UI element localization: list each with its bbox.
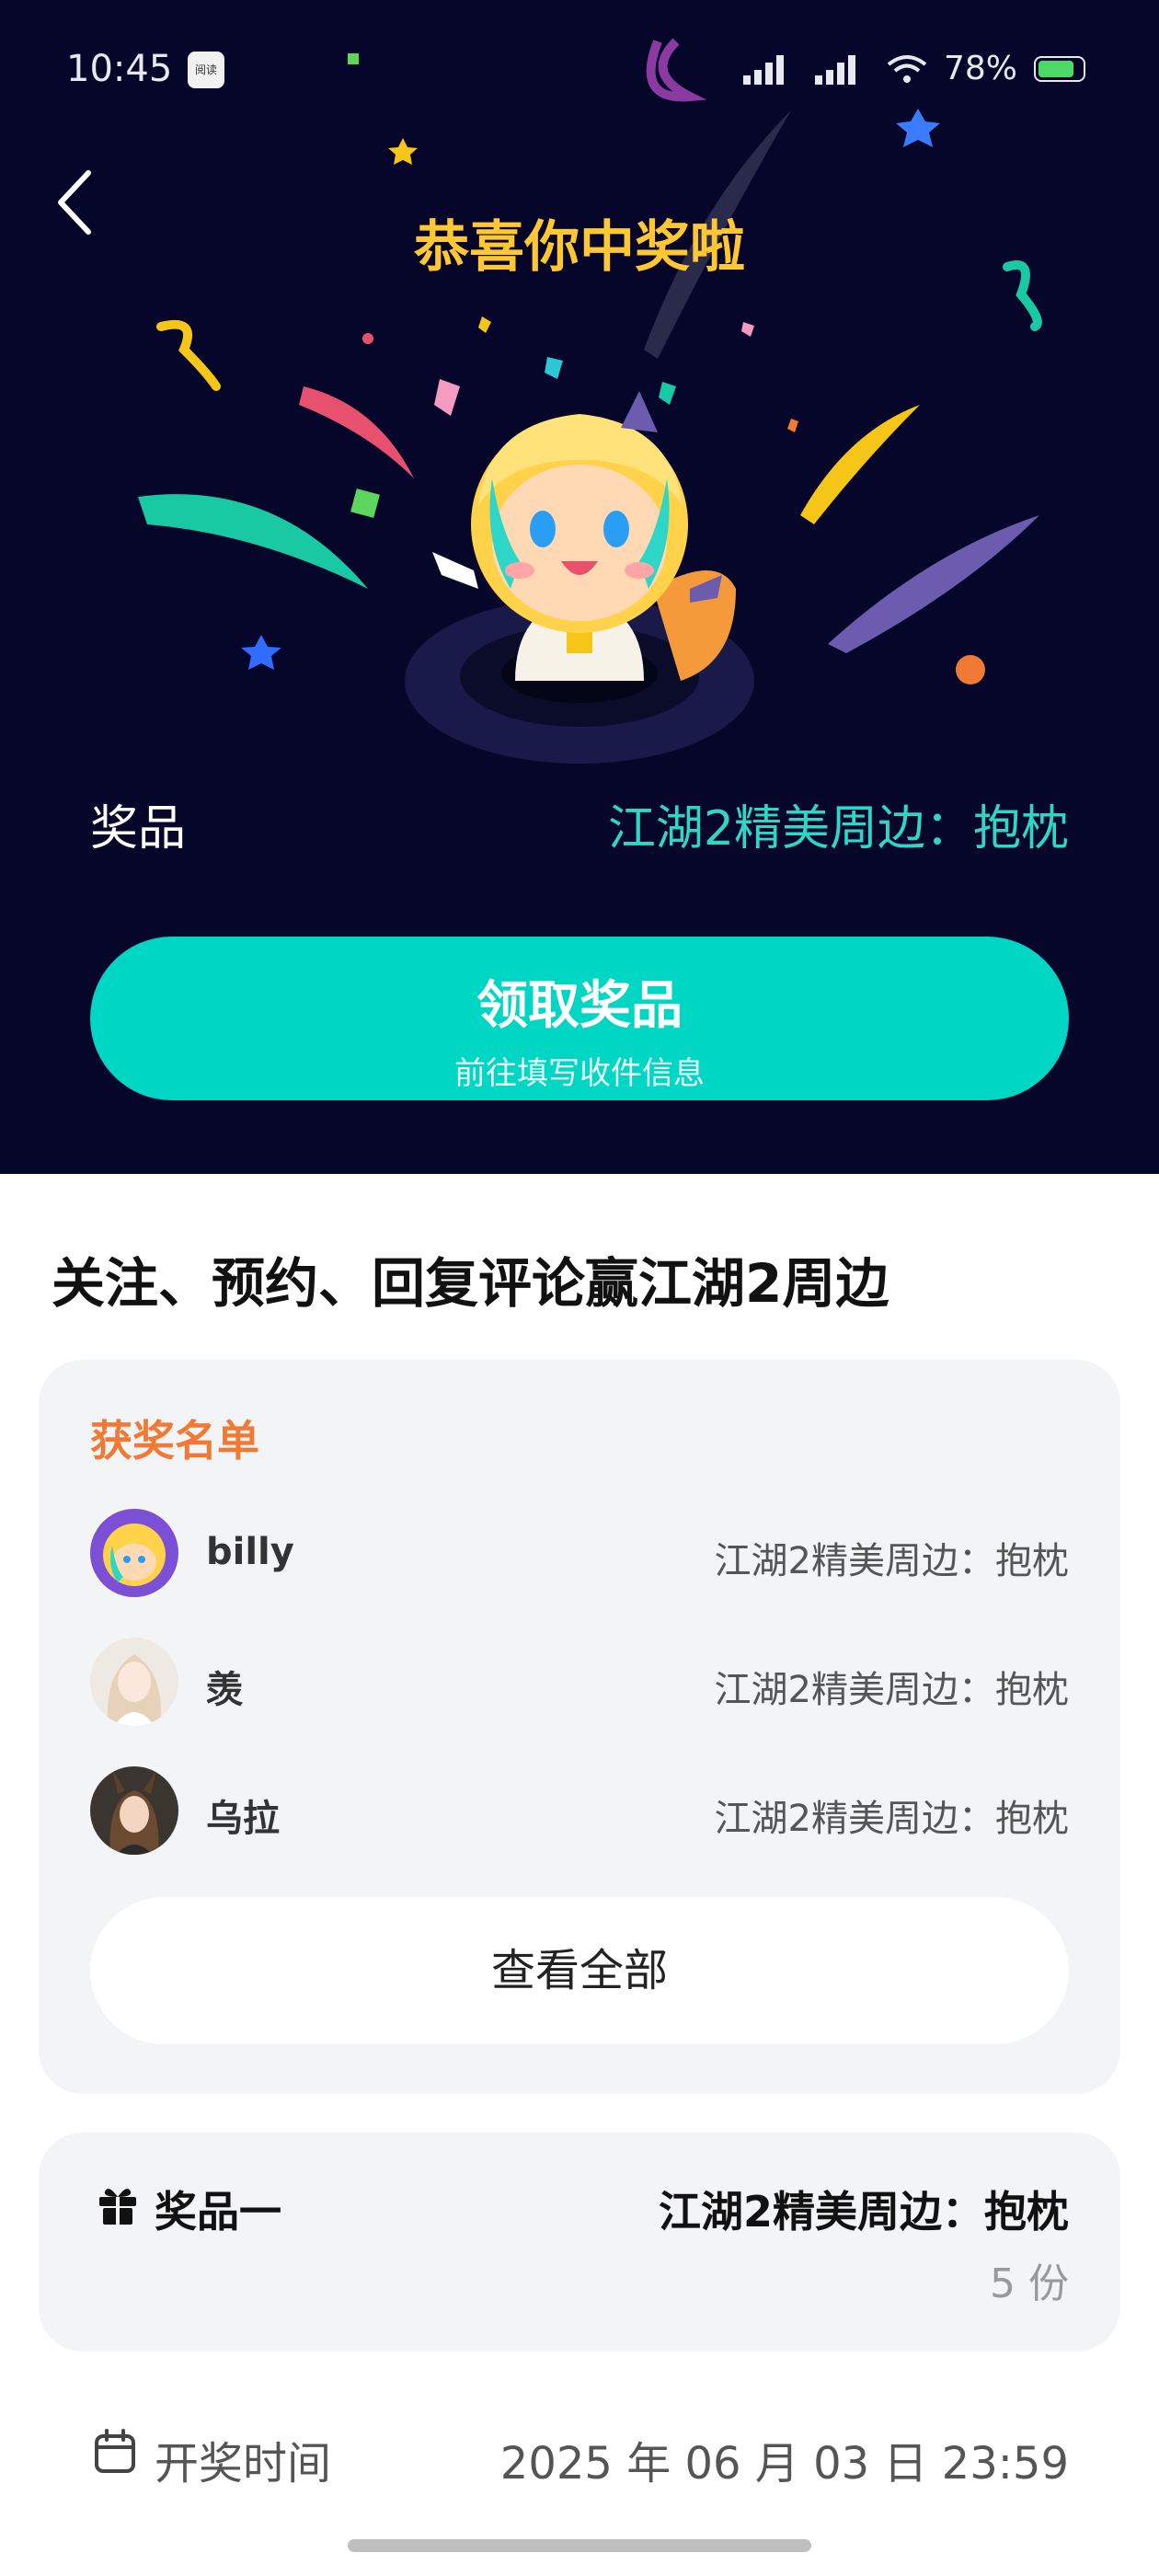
winner-row: 乌拉 江湖2精美周边：抱枕	[90, 1766, 1069, 1855]
congrats-title: 恭喜你中奖啦	[414, 215, 745, 280]
event-title: 关注、预约、回复评论赢江湖2周边	[52, 1252, 889, 1315]
battery-icon	[1034, 55, 1085, 82]
signal-icon	[742, 54, 784, 85]
draw-time-row: 开奖时间 2025 年 06 月 03 日 23:59	[90, 2416, 1069, 2490]
prize-tier: 奖品一	[155, 2187, 281, 2237]
status-right: 78%	[742, 50, 1085, 87]
winner-row: 羡 江湖2精美周边：抱枕	[90, 1638, 1069, 1726]
prize-quantity: 5 份	[990, 2260, 1069, 2307]
mascot-illustration	[405, 391, 754, 764]
gift-icon	[99, 2189, 136, 2225]
hero-banner: 10:45 阅读 78% 恭喜你中奖啦 奖品 江湖2精美周边：抱枕 领取奖品 前…	[0, 0, 1159, 1174]
winner-name: 羡	[206, 1669, 243, 1711]
claim-button-label: 领取奖品	[476, 976, 683, 1036]
winner-row: billy 江湖2精美周边：抱枕	[90, 1509, 1069, 1597]
winner-prize: 江湖2精美周边：抱枕	[714, 1798, 1069, 1840]
signal-2-icon	[814, 54, 855, 85]
view-all-button[interactable]: 查看全部	[90, 1897, 1069, 2044]
home-indicator[interactable]	[348, 2539, 811, 2552]
draw-time-label: 开奖时间	[155, 2438, 332, 2490]
claim-button-sublabel: 前往填写收件信息	[454, 1055, 705, 1092]
wifi-icon	[887, 54, 927, 83]
calendar-icon	[95, 2429, 135, 2473]
status-bar: 10:45 阅读 78%	[0, 0, 1159, 138]
avatar	[90, 1766, 178, 1855]
avatar	[90, 1638, 178, 1726]
avatar	[90, 1509, 178, 1597]
app-notification-icon: 阅读	[188, 52, 224, 88]
winner-name: 乌拉	[206, 1798, 280, 1840]
draw-time-value: 2025 年 06 月 03 日 23:59	[499, 2438, 1069, 2490]
prize-value: 江湖2精美周边：抱枕	[607, 801, 1069, 857]
prize-label: 奖品	[90, 801, 187, 857]
claim-prize-button[interactable]: 领取奖品 前往填写收件信息	[90, 937, 1069, 1100]
winner-prize: 江湖2精美周边：抱枕	[714, 1540, 1069, 1582]
prize-info-card: 奖品一 江湖2精美周边：抱枕 5 份	[39, 2133, 1120, 2352]
status-time: 10:45	[66, 48, 173, 90]
battery-percent: 78%	[943, 50, 1017, 87]
prize-name: 江湖2精美周边：抱枕	[658, 2187, 1069, 2237]
winner-name: billy	[206, 1531, 294, 1573]
winners-card: 获奖名单 billy 江湖2精美周边：抱枕 羡 江湖2精美周边：抱枕 乌拉 江湖…	[39, 1360, 1120, 2094]
winners-title: 获奖名单	[90, 1416, 259, 1466]
winner-prize: 江湖2精美周边：抱枕	[714, 1669, 1069, 1711]
